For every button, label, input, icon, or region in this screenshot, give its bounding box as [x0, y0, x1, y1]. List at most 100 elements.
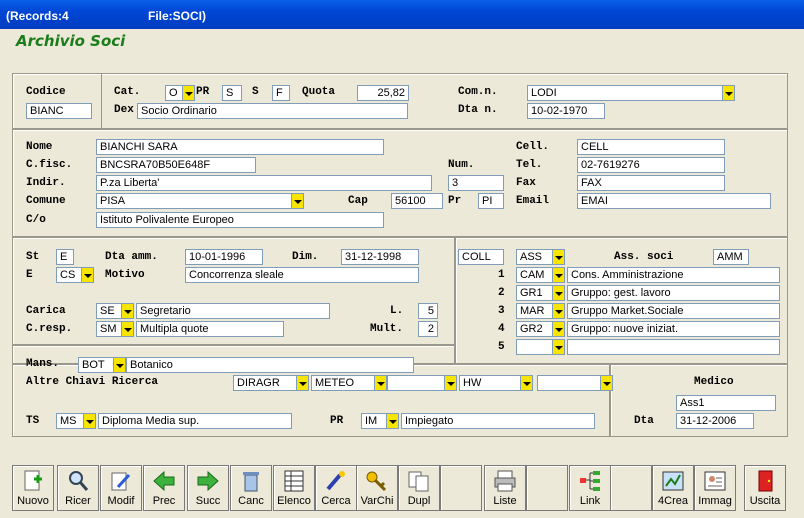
title-bar[interactable]: (Records:4 File:SOCI) [0, 0, 804, 29]
ass-dropdown[interactable] [553, 249, 565, 265]
key3-field[interactable] [387, 375, 445, 391]
cell-field[interactable]: CELL [577, 139, 725, 155]
assoc-row-desc[interactable]: Cons. Amministrazione [567, 267, 780, 283]
toolbar-prec-button[interactable]: Prec [143, 465, 185, 511]
toolbar-succ-button[interactable]: Succ [187, 465, 229, 511]
medico-field[interactable]: Ass1 [676, 395, 776, 411]
toolbar-immag-button[interactable]: Immag [694, 465, 736, 511]
cap-field[interactable]: 56100 [391, 193, 443, 209]
e-dropdown[interactable] [82, 267, 94, 283]
tel-field[interactable]: 02-7619276 [577, 157, 725, 173]
assoc-row-code[interactable]: GR2 [516, 321, 553, 337]
toolbar-canc-button[interactable]: Canc [230, 465, 272, 511]
key4-dropdown[interactable] [521, 375, 533, 391]
cat-dropdown[interactable] [183, 85, 195, 101]
key3-dropdown[interactable] [445, 375, 457, 391]
comn-dropdown[interactable] [723, 85, 735, 101]
dim-field[interactable]: 31-12-1998 [341, 249, 419, 265]
toolbar-modif-button[interactable]: Modif [100, 465, 142, 511]
profession-dropdown[interactable] [387, 413, 399, 429]
assoc-row-dropdown[interactable] [553, 285, 565, 301]
e-field[interactable]: CS [56, 267, 82, 283]
key2-field[interactable]: METEO [311, 375, 375, 391]
ts-code-field[interactable]: MS [56, 413, 84, 429]
cresp-field[interactable]: Multipla quote [136, 321, 284, 337]
toolbar-ricer-button[interactable]: Ricer [57, 465, 99, 511]
dex-field[interactable]: Socio Ordinario [137, 103, 408, 119]
mult-field[interactable]: 2 [418, 321, 438, 337]
l-field[interactable]: 5 [418, 303, 438, 319]
cfisc-field[interactable]: BNCSRA70B50E648F [96, 157, 256, 173]
assoc-row-desc[interactable]: Gruppo Market.Sociale [567, 303, 780, 319]
toolbar-nuovo-button[interactable]: Nuovo [12, 465, 54, 511]
co-field[interactable]: Istituto Polivalente Europeo [96, 212, 384, 228]
assoc-row-desc[interactable]: Gruppo: nuove iniziat. [567, 321, 780, 337]
st-field[interactable]: E [56, 249, 74, 265]
assoc-row-desc[interactable]: Gruppo: gest. lavoro [567, 285, 780, 301]
motivo-field[interactable]: Concorrenza sleale [185, 267, 419, 283]
toolbar-empty-button-12[interactable] [526, 465, 568, 511]
toolbar: Nuovo Ricer Modif Prec Succ Canc Elenco Cerca Va… [12, 465, 786, 511]
ass-field[interactable]: ASS [516, 249, 553, 265]
pr-field[interactable]: S [222, 85, 242, 101]
cresp-code-field[interactable]: SM [96, 321, 122, 337]
coll-field[interactable]: COLL [458, 249, 504, 265]
toolbar-button-label: 4Crea [658, 495, 688, 507]
dtaamm-field[interactable]: 10-01-1996 [185, 249, 263, 265]
assoc-row-dropdown[interactable] [553, 303, 565, 319]
assoc-row-code[interactable] [516, 339, 553, 355]
altre-chiavi-label: Altre Chiavi Ricerca [26, 376, 159, 388]
comune-dropdown[interactable] [292, 193, 304, 209]
quota-field[interactable]: 25,82 [357, 85, 409, 101]
email-field[interactable]: EMAI [577, 193, 771, 209]
fax-field[interactable]: FAX [577, 175, 725, 191]
assoc-row-dropdown[interactable] [553, 267, 565, 283]
key4-field[interactable]: HW [459, 375, 521, 391]
cresp-dropdown[interactable] [122, 321, 134, 337]
toolbar-elenco-button[interactable]: Elenco [273, 465, 315, 511]
mans-code-field[interactable]: BOT [78, 357, 114, 373]
num-field[interactable]: 3 [448, 175, 504, 191]
key2-dropdown[interactable] [375, 375, 387, 391]
toolbar-button-label: Succ [195, 495, 221, 507]
dta-field[interactable]: 31-12-2006 [676, 413, 754, 429]
carica-code-field[interactable]: SE [96, 303, 122, 319]
indir-field[interactable]: P.za Liberta' [96, 175, 432, 191]
key5-dropdown[interactable] [601, 375, 613, 391]
key5-field[interactable] [537, 375, 601, 391]
comune-field[interactable]: PISA [96, 193, 292, 209]
toolbar-4crea-button[interactable]: 4Crea [652, 465, 694, 511]
carica-dropdown[interactable] [122, 303, 134, 319]
mans-field[interactable]: Botanico [126, 357, 414, 373]
assoc-row-dropdown[interactable] [553, 339, 565, 355]
toolbar-link-button[interactable]: Link [569, 465, 611, 511]
toolbar-empty-button-14[interactable] [610, 465, 652, 511]
assoc-row-code[interactable]: CAM [516, 267, 553, 283]
toolbar-empty-button-10[interactable] [440, 465, 482, 511]
assoc-row-dropdown[interactable] [553, 321, 565, 337]
key1-field[interactable]: DIRAGR [233, 375, 297, 391]
province-field[interactable]: PI [478, 193, 504, 209]
toolbar-dupl-button[interactable]: Dupl [398, 465, 440, 511]
assoc-row-code[interactable]: GR1 [516, 285, 553, 301]
carica-field[interactable]: Segretario [136, 303, 330, 319]
ts-field[interactable]: Diploma Media sup. [98, 413, 292, 429]
profession-code-field[interactable]: IM [361, 413, 387, 429]
assoc-row-code[interactable]: MAR [516, 303, 553, 319]
cat-field[interactable]: O [165, 85, 183, 101]
nome-field[interactable]: BIANCHI SARA [96, 139, 384, 155]
toolbar-varchi-button[interactable]: VarChi [356, 465, 398, 511]
mans-dropdown[interactable] [114, 357, 126, 373]
assoc-row-desc[interactable] [567, 339, 780, 355]
comn-field[interactable]: LODI [527, 85, 723, 101]
sex-field[interactable]: F [272, 85, 290, 101]
amm-field[interactable]: AMM [713, 249, 749, 265]
toolbar-cerca-button[interactable]: Cerca [315, 465, 357, 511]
dtan-field[interactable]: 10-02-1970 [527, 103, 605, 119]
toolbar-uscita-button[interactable]: Uscita [744, 465, 786, 511]
ts-dropdown[interactable] [84, 413, 96, 429]
toolbar-liste-button[interactable]: Liste [484, 465, 526, 511]
profession-field[interactable]: Impiegato [401, 413, 595, 429]
codice-field[interactable]: BIANC [26, 103, 92, 119]
key1-dropdown[interactable] [297, 375, 309, 391]
